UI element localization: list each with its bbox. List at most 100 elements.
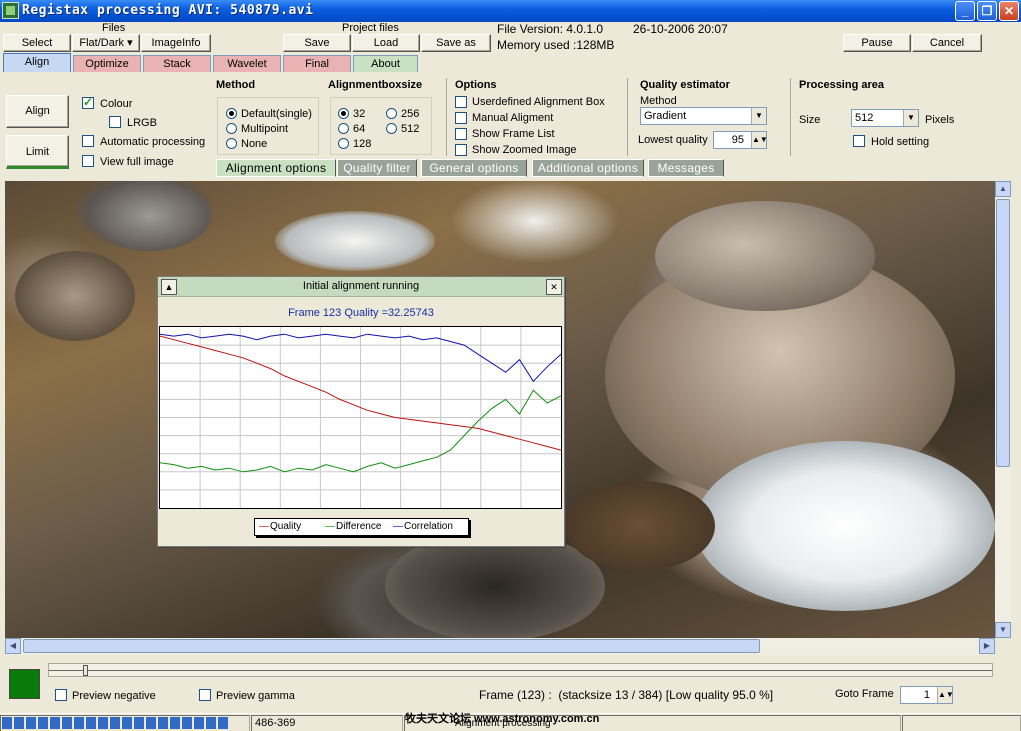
vertical-scrollbar[interactable]: ▲ ▼ [995,181,1011,638]
status-extra-panel [902,715,1021,731]
tab-align[interactable]: Align [3,53,71,72]
legend-correlation-label: Correlation [404,521,453,532]
rock-shape [15,251,135,341]
legend-difference-label: Difference [336,521,382,532]
method-multipoint-radio[interactable] [226,123,237,134]
tab-optimize[interactable]: Optimize [73,55,141,72]
alignbox-32-radio[interactable] [338,108,349,119]
alignbox-512-radio[interactable] [386,123,397,134]
hold-setting-checkbox[interactable] [853,135,865,147]
tab-wavelet[interactable]: Wavelet [213,55,281,72]
scroll-down-icon[interactable]: ▼ [995,622,1011,638]
chevron-down-icon: ▼ [751,108,766,124]
lrgb-checkbox[interactable] [109,116,121,128]
legend-difference-swatch: — [325,521,335,532]
tab-quality-filter[interactable]: Quality filter [337,159,417,177]
progress-bar [0,715,250,731]
preview-gamma-checkbox[interactable] [199,689,211,701]
project-save-as-button[interactable]: Save as [421,34,491,52]
progress-segment [146,717,156,729]
lowest-quality-label: Lowest quality [638,134,708,146]
scroll-left-icon[interactable]: ◀ [5,638,21,654]
show-frame-list-label: Show Frame List [472,128,555,140]
frame-slider[interactable] [48,663,993,677]
horizontal-scroll-thumb[interactable] [23,639,760,653]
files-group-label: Files [102,22,126,34]
alignment-dialog: Initial alignment running ▲ ✕ Frame 123 … [157,276,565,547]
minimize-button[interactable]: _ [955,1,975,21]
method-none-label: None [241,138,268,150]
alignbox-512-label: 512 [401,123,420,135]
tab-stack[interactable]: Stack [143,55,211,72]
progress-segment [86,717,96,729]
dialog-close-icon[interactable]: ✕ [546,279,562,295]
align-button[interactable]: Align [6,95,69,128]
spin-arrows-icon[interactable]: ▲▼ [751,132,768,148]
manual-alignment-checkbox[interactable] [455,112,467,124]
pause-button[interactable]: Pause [843,34,911,52]
quality-method-label: Method [640,95,677,107]
show-zoomed-image-checkbox[interactable] [455,144,467,156]
project-save-button[interactable]: Save [283,34,351,52]
slider-track [49,670,992,671]
lowest-quality-spinner[interactable]: 95 ▲▼ [713,131,768,149]
cancel-button[interactable]: Cancel [912,34,982,52]
alignbox-32-label: 32 [353,108,366,120]
alignment-chart [159,327,562,508]
show-zoomed-image-label: Show Zoomed Image [472,144,577,156]
tab-general-options[interactable]: General options [421,159,527,177]
spin-arrows-icon[interactable]: ▲▼ [937,687,954,703]
rock-shape [565,481,715,571]
project-load-button[interactable]: Load [352,34,420,52]
lrgb-label: LRGB [127,117,157,129]
water-shape [275,211,435,271]
progress-segment [122,717,132,729]
quality-method-select[interactable]: Gradient ▼ [640,107,767,125]
scroll-right-icon[interactable]: ▶ [979,638,995,654]
collapse-icon[interactable]: ▲ [161,279,177,295]
progress-segment [182,717,192,729]
alignbox-64-label: 64 [353,123,366,135]
alignbox-128-radio[interactable] [338,138,349,149]
progress-segment [14,717,24,729]
preview-negative-checkbox[interactable] [55,689,67,701]
registax-icon [2,2,19,19]
auto-processing-checkbox[interactable] [82,135,94,147]
method-title: Method [216,79,256,91]
progress-segment [206,717,216,729]
colour-checkbox[interactable] [82,95,94,109]
slider-thumb[interactable] [83,665,88,676]
tab-about[interactable]: About [353,55,418,72]
method-none-radio[interactable] [226,138,237,149]
method-default-radio[interactable] [226,108,237,119]
close-button[interactable]: ✕ [999,1,1019,21]
alignment-plot [159,326,562,509]
tab-final[interactable]: Final [283,55,351,72]
status-bar: 486-369 Alignment processing 牧夫天文论坛 www.… [0,713,1021,731]
vertical-scroll-thumb[interactable] [996,199,1010,467]
size-select[interactable]: 512 ▼ [851,109,919,127]
alignbox-256-radio[interactable] [386,108,397,119]
goto-frame-spinner[interactable]: 1 ▲▼ [900,686,954,704]
show-frame-list-checkbox[interactable] [455,128,467,140]
tab-alignment-options[interactable]: Alignment options [216,159,336,177]
tab-messages[interactable]: Messages [648,159,724,177]
chevron-down-icon: ▼ [903,110,918,126]
alignbox-64-radio[interactable] [338,123,349,134]
preview-gamma-label: Preview gamma [216,690,295,702]
horizontal-scrollbar[interactable]: ◀ ▶ [5,638,995,655]
progress-segment [218,717,228,729]
userdefined-box-checkbox[interactable] [455,96,467,108]
scroll-up-icon[interactable]: ▲ [995,181,1011,197]
flat-dark-button[interactable]: Flat/Dark ▾ [72,34,140,52]
select-button[interactable]: Select [3,34,71,52]
restore-button[interactable]: ❐ [977,1,997,21]
limit-button[interactable]: Limit [6,135,69,169]
alignbox-title: Alignmentboxsize [328,79,423,91]
quality-method-value: Gradient [644,110,687,122]
imageinfo-button[interactable]: ImageInfo [141,34,211,52]
status-panel: Alignment processing 牧夫天文论坛 www.astronom… [404,713,901,731]
tab-additional-options[interactable]: Additional options [532,159,644,177]
view-full-image-checkbox[interactable] [82,155,94,167]
lowest-quality-value: 95 [731,134,744,146]
